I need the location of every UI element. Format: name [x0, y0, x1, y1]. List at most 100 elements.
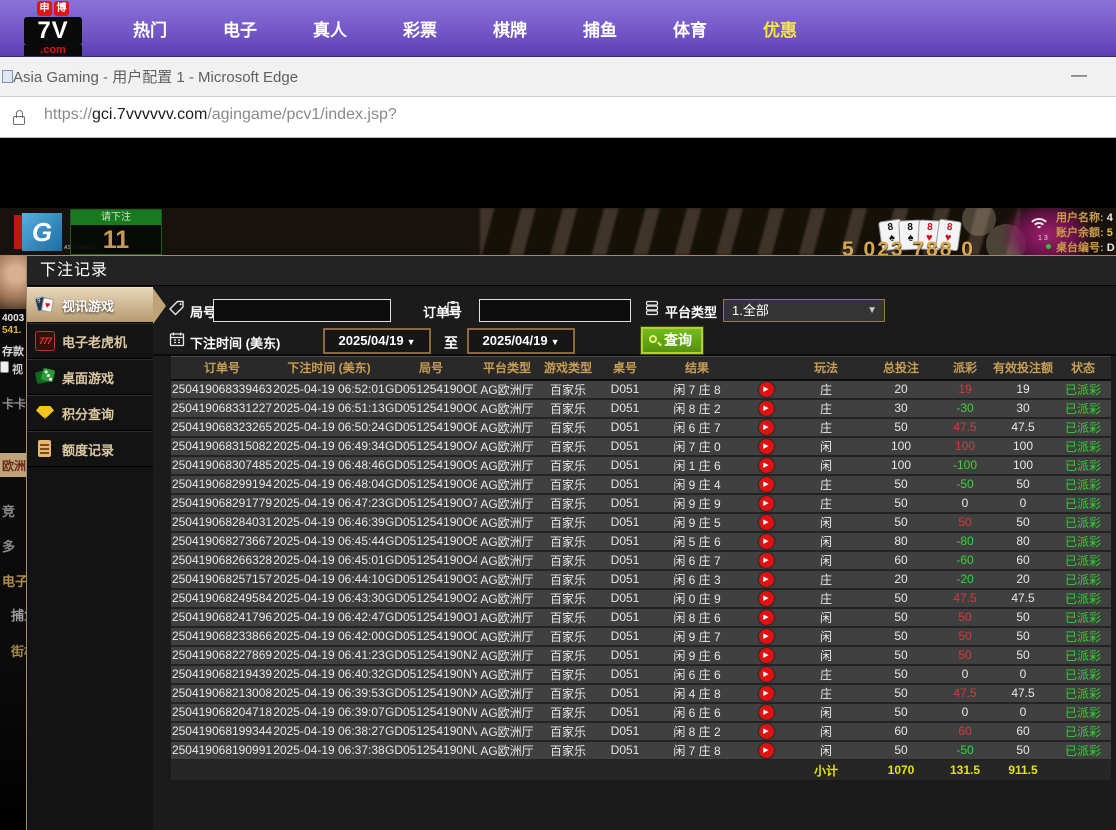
nav-item-fishing[interactable]: 捕鱼: [562, 16, 638, 41]
filter-bar: 局号 订单号 平台类型 1.全部 ▼: [153, 287, 1116, 356]
nav-item-board[interactable]: 棋牌: [472, 16, 548, 41]
cell-valid: 50: [991, 741, 1055, 760]
cell-bet: 50: [863, 475, 939, 494]
cell-playtype: 闲: [789, 722, 863, 741]
cell-payout: -80: [939, 532, 991, 551]
cell-order: 250419068307485: [171, 456, 273, 475]
replay-button[interactable]: ▶: [759, 705, 774, 720]
cell-round: GD051254190OD: [385, 380, 477, 399]
document-icon: [35, 439, 55, 459]
nav-item-promo[interactable]: 优惠: [742, 16, 818, 41]
replay-button[interactable]: ▶: [759, 724, 774, 739]
cell-table: D051: [599, 380, 651, 399]
table-row: 2504190682338662025-04-19 06:42:00GD0512…: [171, 627, 1111, 646]
replay-button[interactable]: ▶: [759, 534, 774, 549]
minimize-button[interactable]: —: [1064, 61, 1094, 91]
cell-game: 百家乐: [537, 418, 599, 437]
replay-button[interactable]: ▶: [759, 572, 774, 587]
replay-button[interactable]: ▶: [759, 553, 774, 568]
url-text[interactable]: https://gci.7vvvvvv.com/agingame/pcv1/in…: [44, 106, 397, 124]
bg-fragment: 4003: [2, 313, 24, 324]
replay-button[interactable]: ▶: [759, 515, 774, 530]
lock-icon[interactable]: [13, 110, 25, 126]
nav-item-sports[interactable]: 体育: [652, 16, 728, 41]
replay-button[interactable]: ▶: [759, 401, 774, 416]
sidebar-item-credit-records[interactable]: 额度记录: [27, 431, 153, 467]
table-row: 2504190682047182025-04-19 06:39:07GD0512…: [171, 703, 1111, 722]
cell-game: 百家乐: [537, 399, 599, 418]
cell-status: 已派彩: [1055, 551, 1111, 570]
cell-playtype: 闲: [789, 551, 863, 570]
logo-badge-bo: 博: [54, 1, 69, 16]
nav-item-live[interactable]: 真人: [292, 16, 368, 41]
sidebar-item-points-query[interactable]: 积分查询: [27, 395, 153, 431]
cell-game: 百家乐: [537, 589, 599, 608]
col-replay: [743, 357, 789, 380]
replay-button[interactable]: ▶: [759, 648, 774, 663]
table-row: 2504190683232652025-04-19 06:50:24GD0512…: [171, 418, 1111, 437]
cell-status: 已派彩: [1055, 475, 1111, 494]
cell-replay: ▶: [743, 627, 789, 646]
sidebar-item-slot-machines[interactable]: 777 电子老虎机: [27, 323, 153, 359]
nav-item-slots[interactable]: 电子: [202, 16, 278, 41]
cell-result: 闲 6 庄 7: [651, 551, 743, 570]
replay-button[interactable]: ▶: [759, 667, 774, 682]
cell-platform: AG欧洲厅: [477, 551, 537, 570]
table-row: 2504190683394632025-04-19 06:52:01GD0512…: [171, 380, 1111, 399]
cell-status: 已派彩: [1055, 684, 1111, 703]
replay-button[interactable]: ▶: [759, 496, 774, 511]
cell-valid: 0: [991, 665, 1055, 684]
sidebar-item-table-games[interactable]: 桌面游戏: [27, 359, 153, 395]
cell-replay: ▶: [743, 741, 789, 760]
replay-button[interactable]: ▶: [759, 477, 774, 492]
replay-button[interactable]: ▶: [759, 610, 774, 625]
cell-order: 250419068199344: [171, 722, 273, 741]
address-bar[interactable]: https://gci.7vvvvvv.com/agingame/pcv1/in…: [0, 97, 1116, 138]
cell-status: 已派彩: [1055, 703, 1111, 722]
cell-bet: 50: [863, 665, 939, 684]
replay-button[interactable]: ▶: [759, 458, 774, 473]
nav-item-lottery[interactable]: 彩票: [382, 16, 458, 41]
table-row: 2504190683150822025-04-19 06:49:34GD0512…: [171, 437, 1111, 456]
cell-platform: AG欧洲厅: [477, 437, 537, 456]
table-row: 2504190683074852025-04-19 06:48:46GD0512…: [171, 456, 1111, 475]
order-number-input[interactable]: [479, 299, 631, 322]
cell-payout: 47.5: [939, 418, 991, 437]
query-button[interactable]: 查询: [641, 327, 703, 354]
cell-replay: ▶: [743, 475, 789, 494]
cell-platform: AG欧洲厅: [477, 399, 537, 418]
cell-payout: -50: [939, 475, 991, 494]
cell-status: 已派彩: [1055, 380, 1111, 399]
table-row: 2504190682278692025-04-19 06:41:23GD0512…: [171, 646, 1111, 665]
slot-777-icon: 777: [35, 331, 55, 351]
col-platform: 平台类型: [477, 357, 537, 380]
cell-platform: AG欧洲厅: [477, 608, 537, 627]
cell-bet: 50: [863, 513, 939, 532]
bg-fragment: 街机: [2, 641, 26, 660]
sidebar-item-video-games[interactable]: 9♥ 视讯游戏: [27, 287, 153, 323]
replay-button[interactable]: ▶: [759, 743, 774, 758]
logo-7v: 7V: [24, 17, 82, 45]
replay-button[interactable]: ▶: [759, 591, 774, 606]
cell-time: 2025-04-19 06:41:23: [273, 646, 385, 665]
cell-platform: AG欧洲厅: [477, 475, 537, 494]
replay-button[interactable]: ▶: [759, 629, 774, 644]
cell-platform: AG欧洲厅: [477, 741, 537, 760]
main-area: 4003 541. 存款 视 卡卡 欧洲 竞 多 电子 捕鱼 街机 下注记录 9…: [0, 255, 1116, 830]
date-to-select[interactable]: 2025/04/19▼: [467, 328, 575, 354]
round-input[interactable]: [213, 299, 391, 322]
platform-type-select[interactable]: 1.全部 ▼: [723, 299, 885, 322]
cell-game: 百家乐: [537, 380, 599, 399]
cell-status: 已派彩: [1055, 513, 1111, 532]
replay-button[interactable]: ▶: [759, 382, 774, 397]
cell-table: D051: [599, 513, 651, 532]
site-logo[interactable]: 申 博 7V .com: [24, 1, 82, 57]
cell-playtype: 闲: [789, 437, 863, 456]
nav-item-hot[interactable]: 热门: [112, 16, 188, 41]
replay-button[interactable]: ▶: [759, 420, 774, 435]
replay-button[interactable]: ▶: [759, 686, 774, 701]
cell-game: 百家乐: [537, 494, 599, 513]
cell-bet: 50: [863, 741, 939, 760]
date-from-select[interactable]: 2025/04/19▼: [323, 328, 431, 354]
replay-button[interactable]: ▶: [759, 439, 774, 454]
